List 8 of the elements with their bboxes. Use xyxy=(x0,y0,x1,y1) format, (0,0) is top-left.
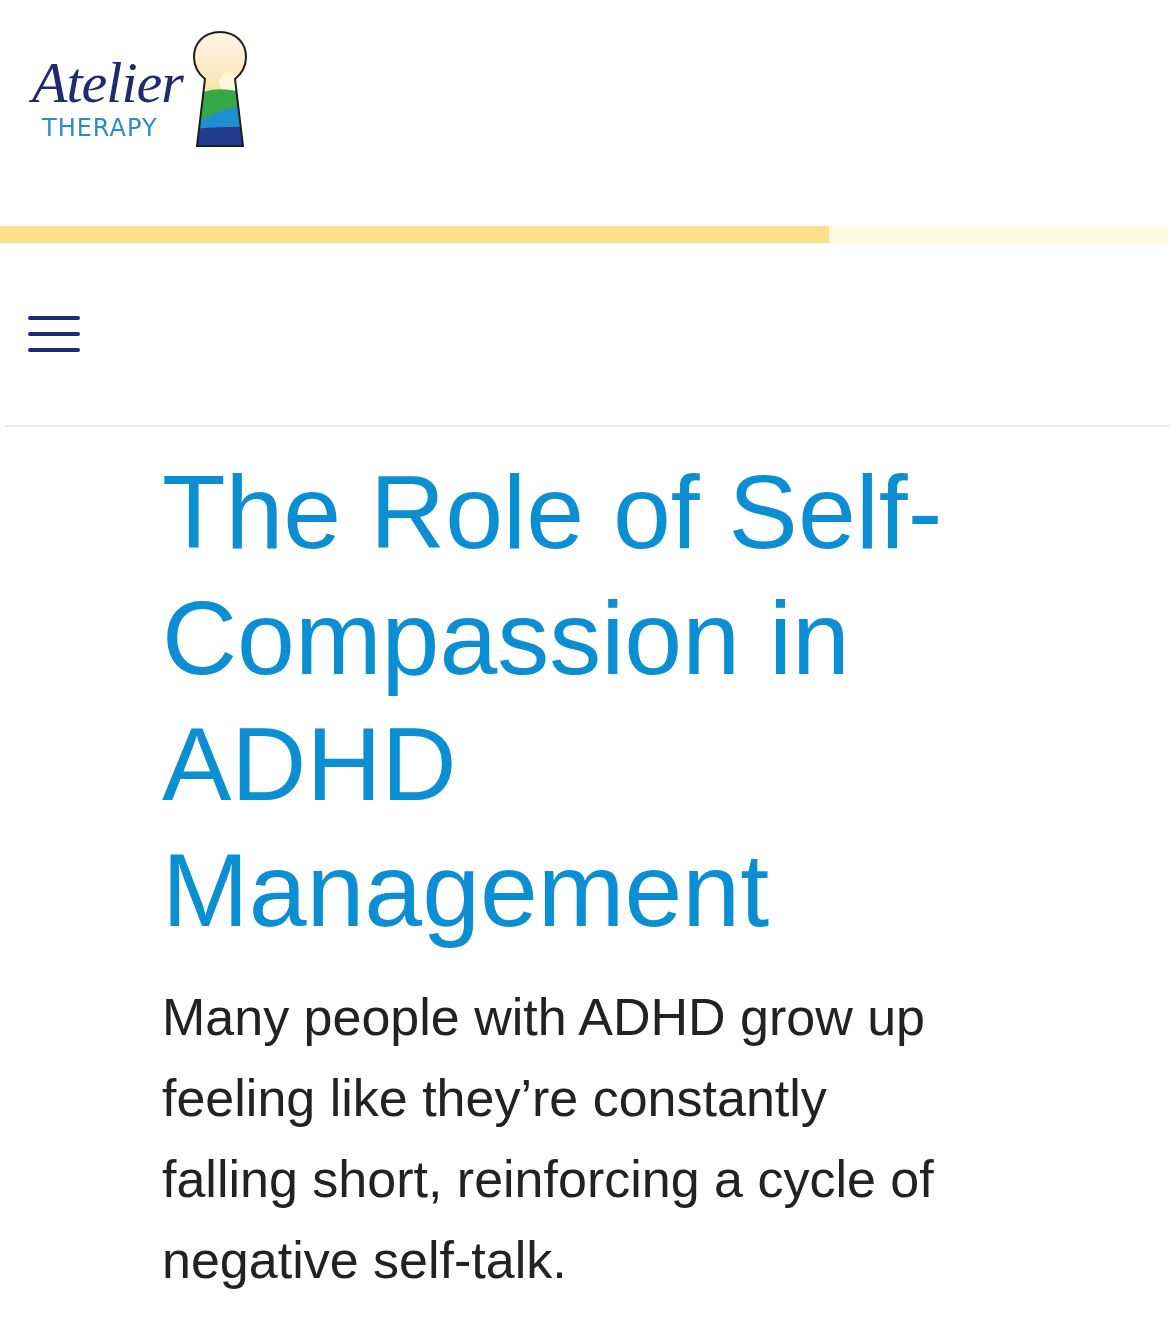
keyhole-landscape-icon xyxy=(190,30,249,150)
article-title: The Role of Self-Compassion in ADHD Management xyxy=(162,453,944,950)
logo-link[interactable]: Atelier THERAPY xyxy=(28,30,249,150)
logo-script-text: Atelier xyxy=(28,52,191,114)
logo-wordmark: THERAPY xyxy=(42,114,158,142)
article-intro: Many people with ADHD grow up feeling like they’re constantly falling short, reinforcing a cycle of negative self-talk. xyxy=(162,987,935,1291)
menu-button[interactable] xyxy=(28,315,80,353)
menu-icon xyxy=(28,315,80,353)
